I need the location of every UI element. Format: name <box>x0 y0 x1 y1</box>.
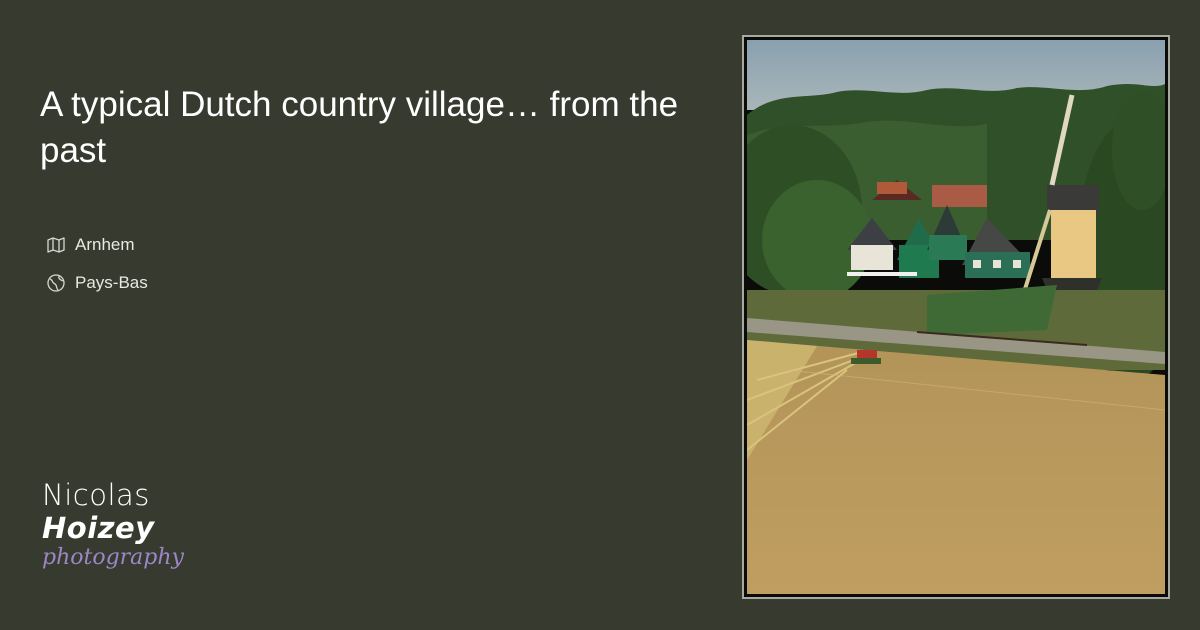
page-title: A typical Dutch country village… from th… <box>40 85 679 170</box>
country-label[interactable]: Pays-Bas <box>75 273 148 293</box>
photo-frame <box>742 35 1170 599</box>
location-country: Pays-Bas <box>46 264 148 302</box>
logo-line-name: Nicolas <box>42 478 150 512</box>
logo-line-tagline: photography <box>42 545 184 570</box>
location-city: Arnhem <box>46 226 148 264</box>
site-logo[interactable]: Nicolas Hoizey photography <box>42 478 202 572</box>
city-label[interactable]: Arnhem <box>75 235 135 255</box>
map-icon <box>46 235 66 255</box>
landscape-photo <box>747 40 1165 594</box>
logo-line-surname: Hoizey <box>42 511 155 545</box>
globe-icon <box>46 273 66 293</box>
photo-metadata: Arnhem Pays-Bas <box>46 226 148 302</box>
